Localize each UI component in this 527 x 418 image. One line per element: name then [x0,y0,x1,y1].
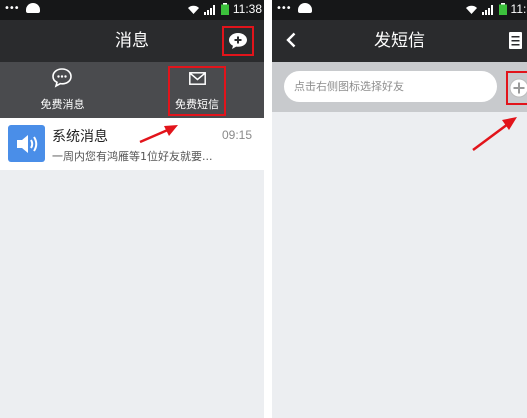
page-title: 发短信 [374,31,425,51]
tab-free-sms-label: 免费短信 [175,98,219,111]
message-preview: 一周内您有鸿雁等1位好友就要... [52,150,213,163]
tab-bar: 免费消息 免费短信 [0,62,264,118]
speaker-icon [16,134,37,153]
annotation-arrow-icon [139,125,178,144]
signal-icon [481,4,493,15]
avatar [8,125,45,162]
signal-icon [203,4,215,15]
wifi-icon [187,5,199,14]
compose-button[interactable] [222,26,254,56]
status-time: 11:3 [510,2,527,16]
status-time: 11:38 [232,2,262,16]
notification-dots-icon: ••• [276,3,292,14]
battery-icon [498,3,507,15]
friend-input[interactable] [284,71,497,102]
android-icon [26,3,40,13]
list-item[interactable]: 系统消息 09:15 一周内您有鸿雁等1位好友就要... [0,118,264,170]
add-friend-button[interactable] [506,71,527,105]
title-bar: 消息 [0,20,264,62]
chat-bubble-icon [52,68,72,88]
android-icon [298,3,312,13]
notification-dots-icon: ••• [4,3,20,14]
annotation-arrow-icon [472,117,517,152]
messages-screen: ••• 11:38 消息 免费消息 免费短信 系统消息 09:15 一周内您有鸿… [0,0,264,418]
tab-free-message[interactable]: 免费消息 [0,62,125,118]
sms-list-icon[interactable] [508,31,523,51]
wifi-icon [465,5,477,14]
new-message-icon [229,33,247,49]
send-sms-screen: ••• 11:3 发短信 [272,0,527,418]
tab-free-message-label: 免费消息 [40,98,85,111]
battery-icon [220,3,229,15]
status-bar: ••• 11:38 [0,0,264,20]
message-title: 系统消息 [52,129,108,145]
title-bar: 发短信 [272,20,527,62]
recipient-bar [272,62,527,112]
envelope-icon [189,72,206,85]
divider [264,0,272,418]
tab-free-sms[interactable]: 免费短信 [168,66,226,116]
plus-circle-icon [509,78,527,98]
status-bar: ••• 11:3 [272,0,527,20]
message-time: 09:15 [221,128,252,142]
